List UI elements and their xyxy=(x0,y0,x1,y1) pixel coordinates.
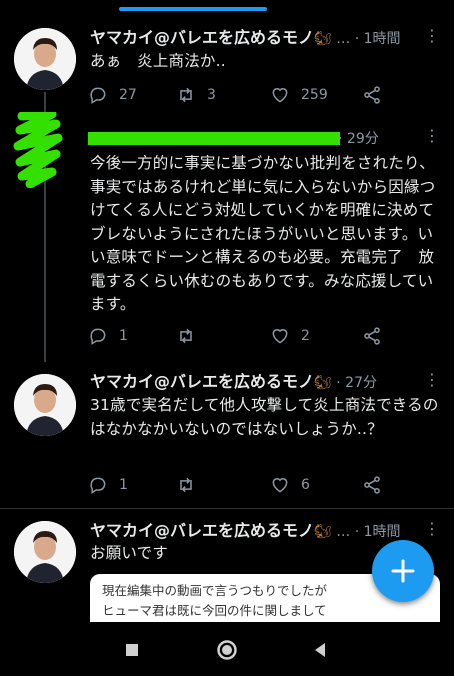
display-name[interactable]: ヤマカイ@バレエを広めるモノ xyxy=(90,521,314,540)
reply-button[interactable]: 1 xyxy=(88,324,128,348)
tweet-3[interactable]: ヤマカイ@バレエを広めるモノ🐿 · 27分 ⋮ 31歳で実名だして他人攻撃して炎… xyxy=(0,360,454,506)
retweet-button[interactable] xyxy=(176,473,207,497)
like-button[interactable]: 259 xyxy=(270,83,328,107)
redacted-name xyxy=(88,132,340,145)
like-icon xyxy=(272,478,288,493)
nav-home-button[interactable] xyxy=(213,636,241,664)
share-icon xyxy=(364,476,380,494)
nav-recents-icon xyxy=(126,644,138,656)
tweet-text: 31歳で実名だして他人攻撃して炎上商法できるのはなかなかいないのではないしょうか… xyxy=(90,396,439,438)
retweet-count: 3 xyxy=(207,87,216,103)
reply-icon xyxy=(90,477,106,494)
nav-back-icon xyxy=(315,643,325,657)
tweet-actions: 1 6 xyxy=(88,473,388,497)
share-button[interactable] xyxy=(362,473,382,497)
nav-recents-button[interactable] xyxy=(118,636,146,664)
tweet-1[interactable]: ヤマカイ@バレエを広めるモノ🐿 … · 1時間 ⋮ あぁ 炎上商法か.. 27 … xyxy=(0,0,454,112)
reply-icon xyxy=(90,87,106,104)
system-nav-bar xyxy=(0,622,454,676)
squirrel-emoji: 🐿 xyxy=(314,524,332,540)
more-icon[interactable]: ⋮ xyxy=(424,371,440,391)
retweet-icon xyxy=(180,87,192,103)
like-icon xyxy=(272,88,288,103)
nav-home-icon xyxy=(217,640,237,660)
squirrel-emoji: 🐿 xyxy=(314,31,332,47)
display-name[interactable]: ヤマカイ@バレエを広めるモノ xyxy=(90,372,314,391)
timestamp[interactable]: 1時間 xyxy=(364,31,401,47)
more-icon[interactable]: ⋮ xyxy=(424,127,440,147)
separator: … · xyxy=(331,524,364,540)
more-icon[interactable]: ⋮ xyxy=(424,520,440,540)
like-icon xyxy=(272,329,288,344)
quoted-text-line-2: ヒューマ君は既に今回の件に関しまして xyxy=(102,603,327,618)
share-icon xyxy=(364,86,380,104)
separator: · xyxy=(338,131,347,147)
share-button[interactable] xyxy=(362,324,382,348)
reply-count: 1 xyxy=(119,477,128,493)
like-count: 2 xyxy=(301,328,310,344)
like-count: 259 xyxy=(301,87,328,103)
avatar[interactable] xyxy=(14,374,76,436)
display-name[interactable]: ヤマカイ@バレエを広めるモノ xyxy=(90,28,314,47)
reply-count: 27 xyxy=(119,87,137,103)
compose-button[interactable] xyxy=(372,540,434,602)
reply-button[interactable]: 27 xyxy=(88,83,137,107)
compose-plus-icon xyxy=(391,559,415,583)
redacted-avatar xyxy=(13,112,63,188)
avatar[interactable] xyxy=(14,28,76,90)
tweet-actions: 1 2 xyxy=(88,324,388,348)
separator: … · xyxy=(331,31,364,47)
avatar[interactable] xyxy=(14,521,76,583)
reply-count: 1 xyxy=(119,328,128,344)
like-button[interactable]: 6 xyxy=(270,473,310,497)
like-button[interactable]: 2 xyxy=(270,324,310,348)
share-icon xyxy=(364,327,380,345)
retweet-button[interactable] xyxy=(176,324,207,348)
nav-back-button[interactable] xyxy=(306,636,334,664)
like-count: 6 xyxy=(301,477,310,493)
reply-icon xyxy=(90,328,106,345)
retweet-icon xyxy=(180,477,192,493)
squirrel-emoji: 🐿 xyxy=(314,375,332,391)
tweet-actions: 27 3 259 xyxy=(88,83,388,107)
timestamp[interactable]: 29分 xyxy=(347,131,379,147)
share-button[interactable] xyxy=(362,83,382,107)
retweet-button[interactable]: 3 xyxy=(176,83,216,107)
tweet-text: あぁ 炎上商法か.. xyxy=(90,52,226,70)
timestamp[interactable]: 1時間 xyxy=(364,524,401,540)
tweet-2[interactable]: · 29分 ⋮ 今後一方的に事実に基づかない批判をされたり、事実ではあるけれど単… xyxy=(0,112,454,360)
timestamp[interactable]: 27分 xyxy=(345,375,377,391)
more-icon[interactable]: ⋮ xyxy=(424,27,440,47)
tweet-text: 今後一方的に事実に基づかない批判をされたり、事実ではあるけれど単に気に入らないか… xyxy=(90,154,450,313)
retweet-icon xyxy=(180,328,192,344)
separator: · xyxy=(331,375,346,391)
reply-button[interactable]: 1 xyxy=(88,473,128,497)
